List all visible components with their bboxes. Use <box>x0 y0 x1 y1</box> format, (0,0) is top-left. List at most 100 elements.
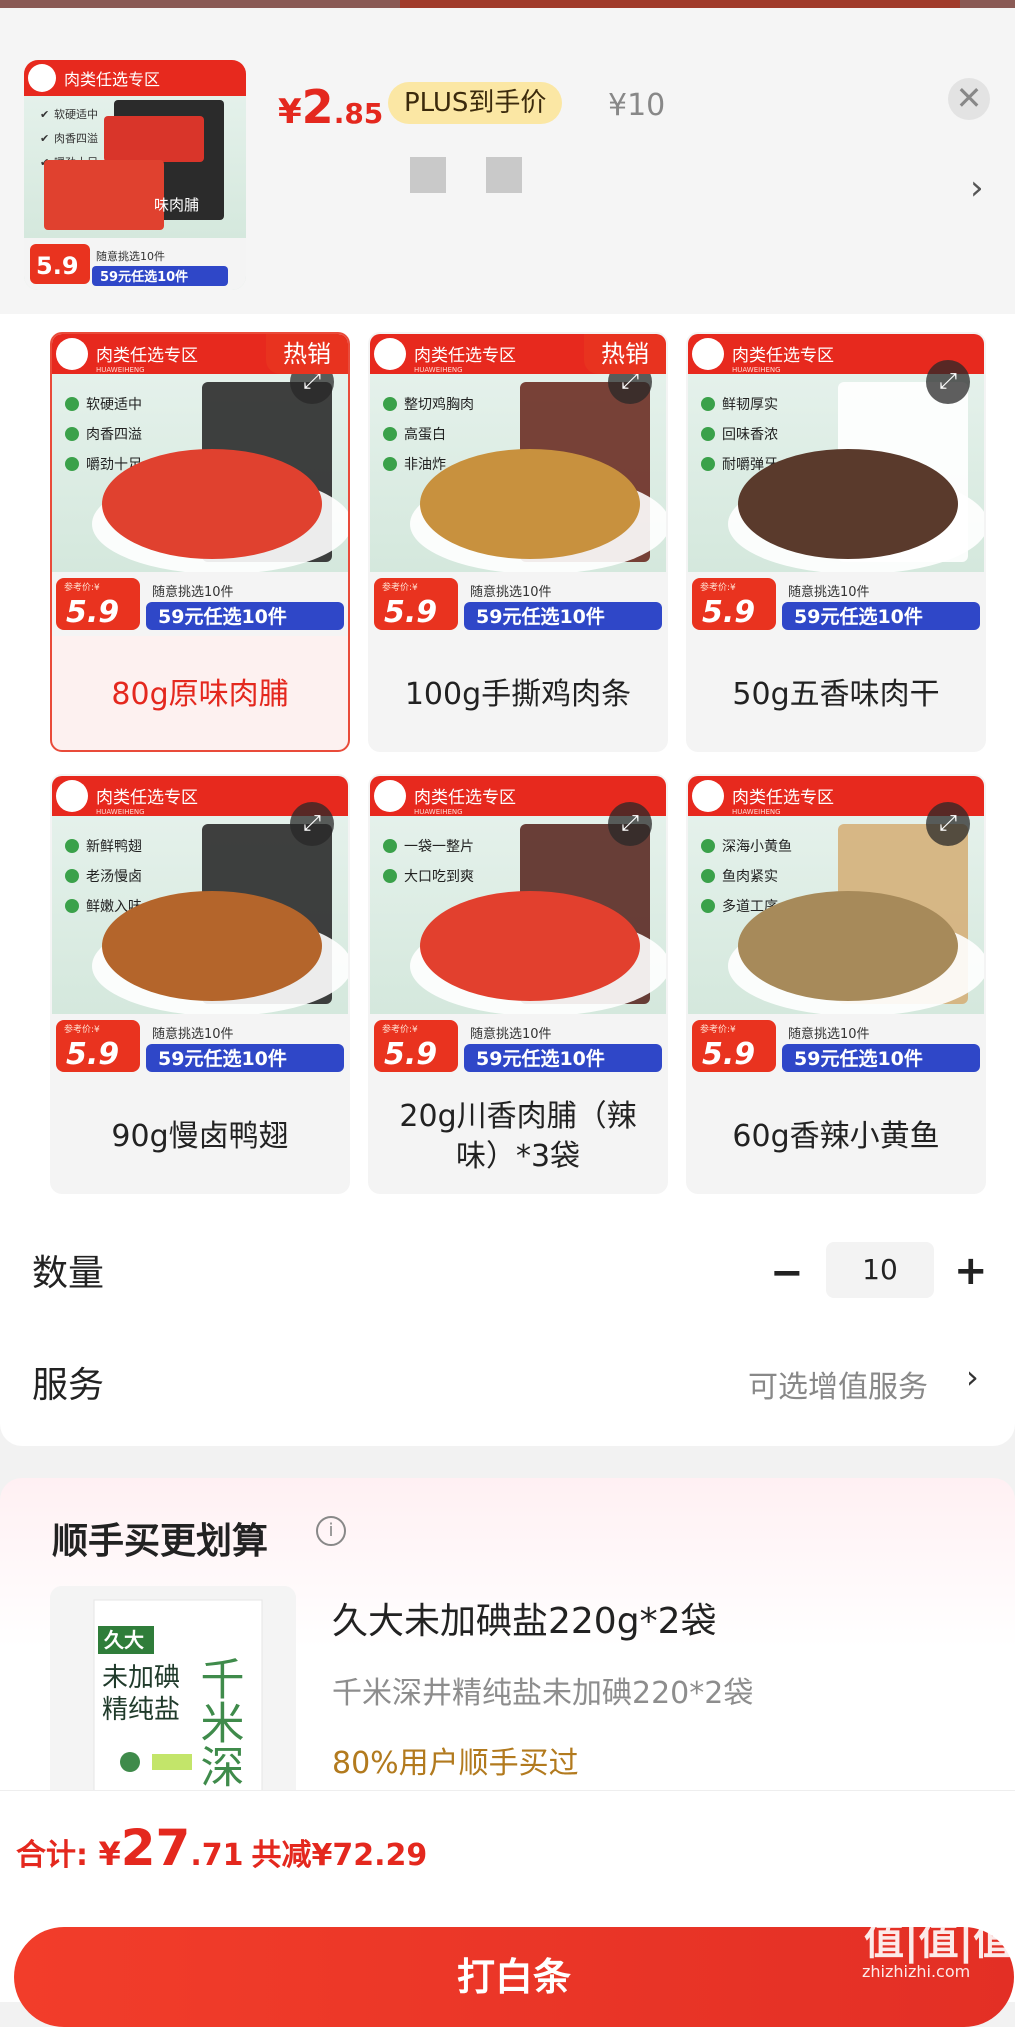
plus-price-badge: PLUS到手价 <box>388 82 563 124</box>
svg-text:新鲜鸭翅: 新鲜鸭翅 <box>86 839 142 855</box>
svg-text:✔: ✔ <box>40 108 49 121</box>
svg-text:高蛋白: 高蛋白 <box>404 426 446 443</box>
bundle-product-thumbnail[interactable]: 久大 未加碘 精纯盐 千米深 <box>50 1586 296 1818</box>
svg-text:59元任选10件: 59元任选10件 <box>794 605 923 628</box>
svg-text:5.9: 5.9 <box>66 595 119 630</box>
svg-text:参考价:¥: 参考价:¥ <box>64 581 100 593</box>
top-strip <box>0 0 1015 8</box>
svg-text:深海小黄鱼: 深海小黄鱼 <box>722 838 792 855</box>
watermark-logo: 值|值|值 <box>864 1918 1014 1964</box>
variant-label: 20g川香肉脯（辣味）*3袋 <box>399 1099 637 1174</box>
variant-card[interactable]: 肉类任选专区 HUAWEIHENG 深海小黄鱼 鱼肉紧实 多道工序 参考价:¥ 5.9 随意挑… <box>686 774 986 1194</box>
svg-text:软硬适中: 软硬适中 <box>86 397 142 413</box>
svg-text:HUAWEIHENG: HUAWEIHENG <box>414 808 463 816</box>
svg-text:肉类任选专区: 肉类任选专区 <box>414 788 516 808</box>
variant-label: 80g原味肉脯 <box>111 677 289 712</box>
svg-text:59元任选10件: 59元任选10件 <box>794 1047 923 1070</box>
svg-text:59元任选10件: 59元任选10件 <box>158 605 287 628</box>
svg-text:肉类任选专区: 肉类任选专区 <box>96 788 198 808</box>
svg-text:大口吃到爽: 大口吃到爽 <box>404 869 474 885</box>
variant-card[interactable]: 肉类任选专区 HUAWEIHENG 整切鸡胸肉 高蛋白 非油炸 参考价:¥ 5.9 随意挑选1… <box>368 332 668 752</box>
svg-text:鲜韧厚实: 鲜韧厚实 <box>722 397 778 413</box>
svg-text:未加碘: 未加碘 <box>102 1663 180 1693</box>
bundle-product-note: 80%用户顺手买过 <box>332 1746 579 1781</box>
svg-text:随意挑选10件: 随意挑选10件 <box>788 1026 870 1042</box>
svg-text:HUAWEIHENG: HUAWEIHENG <box>96 366 145 374</box>
variant-card[interactable]: 肉类任选专区 HUAWEIHENG 新鲜鸭翅 老汤慢卤 鲜嫩入味 参考价:¥ 5.9 随意挑选… <box>50 774 350 1194</box>
expand-icon[interactable]: ⤢ <box>290 802 334 846</box>
svg-text:HUAWEIHENG: HUAWEIHENG <box>732 808 781 816</box>
svg-text:肉类任选专区: 肉类任选专区 <box>414 346 516 366</box>
info-icon[interactable]: i <box>316 1516 346 1546</box>
svg-text:肉类任选专区: 肉类任选专区 <box>732 346 834 366</box>
svg-text:5.9: 5.9 <box>36 252 79 280</box>
bundle-product-desc: 千米深井精纯盐未加碘220*2袋 <box>332 1676 754 1711</box>
svg-text:回味香浓: 回味香浓 <box>722 427 778 443</box>
bundle-product-name[interactable]: 久大未加碘盐220g*2袋 <box>332 1592 716 1644</box>
close-icon[interactable]: ✕ <box>948 78 990 120</box>
bundle-section: 顺手买更划算 i 久大 未加碘 精纯盐 千米深 久大未加碘盐220g*2袋 千米… <box>0 1478 1015 1818</box>
svg-text:5.9: 5.9 <box>702 1037 755 1072</box>
svg-text:随意挑选10件: 随意挑选10件 <box>152 584 234 600</box>
current-price: ¥2.85 <box>278 80 384 134</box>
svg-text:软硬适中: 软硬适中 <box>54 107 98 121</box>
chevron-right-icon[interactable]: › <box>966 1358 979 1396</box>
expand-icon[interactable]: ⤢ <box>926 360 970 404</box>
service-value[interactable]: 可选增值服务 <box>748 1362 928 1406</box>
svg-text:参考价:¥: 参考价:¥ <box>700 1023 736 1035</box>
svg-text:肉香四溢: 肉香四溢 <box>86 427 142 443</box>
variant-label: 50g五香味肉干 <box>732 677 940 712</box>
svg-text:随意挑选10件: 随意挑选10件 <box>152 1026 234 1042</box>
quantity-plus-button[interactable]: + <box>954 1248 988 1294</box>
svg-text:整切鸡胸肉: 整切鸡胸肉 <box>404 396 474 413</box>
watermark-url: zhizhizhi.com <box>862 1962 971 1981</box>
svg-text:一袋一整片: 一袋一整片 <box>404 839 474 855</box>
chevron-right-icon[interactable]: › <box>970 168 984 208</box>
svg-text:非油炸: 非油炸 <box>404 457 446 473</box>
svg-text:✔: ✔ <box>40 132 49 145</box>
svg-text:随意挑选10件: 随意挑选10件 <box>470 1026 552 1042</box>
variant-label: 100g手撕鸡肉条 <box>404 677 632 712</box>
variant-label: 60g香辣小黄鱼 <box>732 1119 940 1154</box>
svg-text:5.9: 5.9 <box>66 1037 119 1072</box>
svg-text:59元任选10件: 59元任选10件 <box>476 1047 605 1070</box>
bundle-title: 顺手买更划算 <box>52 1521 269 1562</box>
svg-text:HUAWEIHENG: HUAWEIHENG <box>96 808 145 816</box>
svg-text:HUAWEIHENG: HUAWEIHENG <box>414 366 463 374</box>
svg-text:千米深: 千米深 <box>193 1656 244 1788</box>
svg-text:久大: 久大 <box>104 1628 144 1652</box>
svg-text:随意挑选10件: 随意挑选10件 <box>470 584 552 600</box>
svg-text:HUAWEIHENG: HUAWEIHENG <box>732 366 781 374</box>
order-total: 合计: ¥27.71 共减¥72.29 <box>16 1819 428 1877</box>
hot-badge: 热销 <box>266 334 348 374</box>
variant-card[interactable]: 肉类任选专区 HUAWEIHENG 鲜韧厚实 回味香浓 耐嚼弹牙 参考价:¥ 5.9 随意挑选… <box>686 332 986 752</box>
svg-text:5.9: 5.9 <box>384 1037 437 1072</box>
svg-text:肉香四溢: 肉香四溢 <box>54 131 98 145</box>
svg-text:肉类任选专区: 肉类任选专区 <box>732 788 834 808</box>
svg-text:鱼肉紧实: 鱼肉紧实 <box>722 868 778 885</box>
expand-icon[interactable]: ⤢ <box>608 802 652 846</box>
quantity-input[interactable]: 10 <box>826 1242 934 1298</box>
variant-label: 90g慢卤鸭翅 <box>111 1119 289 1154</box>
expand-icon[interactable]: ⤢ <box>926 802 970 846</box>
variant-card[interactable]: 肉类任选专区 HUAWEIHENG 软硬适中 肉香四溢 嚼劲十足 参考价:¥ 5.9 随意挑选… <box>50 332 350 752</box>
svg-text:参考价:¥: 参考价:¥ <box>64 1023 100 1035</box>
svg-text:5.9: 5.9 <box>702 595 755 630</box>
svg-text:精纯盐: 精纯盐 <box>102 1695 180 1725</box>
variant-card[interactable]: 肉类任选专区 HUAWEIHENG 一袋一整片 大口吃到爽 参考价:¥ 5.9 随意挑选10… <box>368 774 668 1194</box>
selected-product-thumbnail: 肉类任选专区 ✔ 软硬适中 ✔ 肉香四溢 ✔ 嚼劲十足 味肉脯 5.9 随意挑选… <box>24 60 246 290</box>
svg-text:随意挑选10件: 随意挑选10件 <box>96 249 165 263</box>
svg-text:59元任选10件: 59元任选10件 <box>158 1047 287 1070</box>
quantity-minus-button[interactable]: − <box>770 1250 804 1296</box>
service-label: 服务 <box>32 1365 105 1406</box>
svg-text:随意挑选10件: 随意挑选10件 <box>788 584 870 600</box>
quantity-label: 数量 <box>32 1253 105 1294</box>
placeholder-block <box>486 157 522 193</box>
svg-text:59元任选10件: 59元任选10件 <box>100 269 188 285</box>
svg-text:老汤慢卤: 老汤慢卤 <box>86 868 142 885</box>
svg-text:参考价:¥: 参考价:¥ <box>700 581 736 593</box>
product-header: 肉类任选专区 ✔ 软硬适中 ✔ 肉香四溢 ✔ 嚼劲十足 味肉脯 5.9 随意挑选… <box>0 8 1015 314</box>
svg-text:肉类任选专区: 肉类任选专区 <box>64 70 160 89</box>
hot-badge: 热销 <box>584 334 666 374</box>
placeholder-block <box>410 157 446 193</box>
